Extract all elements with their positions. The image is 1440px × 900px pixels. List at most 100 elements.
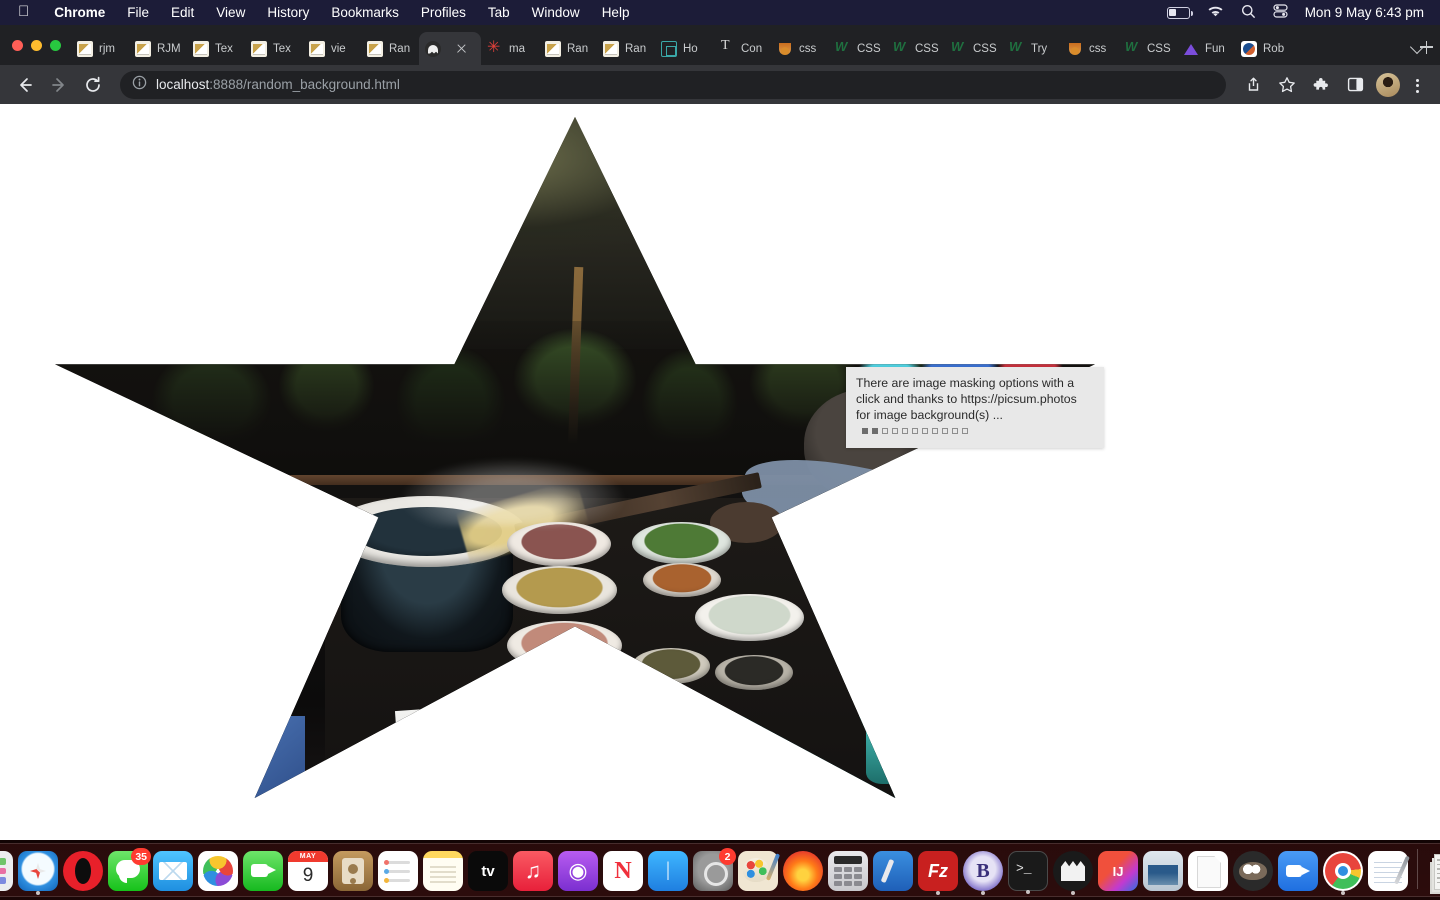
dock-item-mail[interactable] (153, 851, 193, 891)
dock-item-reminders[interactable] (378, 851, 418, 891)
dock-item-terminal[interactable] (1008, 851, 1048, 894)
dock-item-filezilla[interactable] (918, 851, 958, 895)
menu-item-bookmarks[interactable]: Bookmarks (320, 5, 410, 20)
forward-button[interactable] (44, 70, 74, 100)
dock-item-mamp[interactable] (1053, 851, 1093, 895)
dock-item-chrome[interactable] (1323, 851, 1363, 895)
dock-item-calendar[interactable]: MAY 9 (288, 851, 328, 891)
menu-item-file[interactable]: File (116, 5, 160, 20)
menu-item-history[interactable]: History (256, 5, 320, 20)
browser-tab[interactable]: Fun (1177, 32, 1235, 65)
toast-pip[interactable] (882, 428, 888, 434)
menu-item-chrome[interactable]: Chrome (43, 5, 116, 20)
toast-pip[interactable] (872, 428, 878, 434)
browser-tab[interactable]: Ran (597, 32, 655, 65)
close-window-button[interactable] (12, 39, 23, 51)
browser-tab[interactable]: CSS (1119, 32, 1177, 65)
browser-tab[interactable]: CSS (945, 32, 1003, 65)
browser-tab[interactable]: Tex (187, 32, 245, 65)
dock-item-facetime[interactable] (243, 851, 283, 891)
dock-item-opera[interactable] (63, 851, 103, 891)
dock-item-documents-stack[interactable] (1427, 851, 1440, 891)
dock-item-firefox[interactable] (783, 851, 823, 891)
browser-tab[interactable]: Ran (361, 32, 419, 65)
browser-tab[interactable]: Ran (539, 32, 597, 65)
zoom-window-button[interactable] (50, 39, 61, 51)
toast-pip[interactable] (902, 428, 908, 434)
dock-item-app-store[interactable] (648, 851, 688, 891)
menu-item-profiles[interactable]: Profiles (410, 5, 477, 20)
extensions-button[interactable] (1306, 70, 1336, 100)
toast-pip[interactable] (952, 428, 958, 434)
dock-item-podcasts[interactable]: ◉ (558, 851, 598, 891)
search-icon[interactable] (1241, 4, 1256, 22)
back-button[interactable] (10, 70, 40, 100)
browser-tab[interactable]: css (771, 32, 829, 65)
chevron-down-icon[interactable] (1408, 37, 1428, 57)
menu-bar-clock[interactable]: Mon 9 May 6:43 pm (1305, 5, 1424, 20)
minimize-window-button[interactable] (31, 39, 42, 51)
browser-tab[interactable]: ma (481, 32, 539, 65)
menu-item-help[interactable]: Help (591, 5, 641, 20)
profile-avatar[interactable] (1376, 72, 1400, 97)
dock-item-photos[interactable] (198, 851, 238, 891)
menu-item-window[interactable]: Window (521, 5, 591, 20)
dock-item-apple-tv[interactable]: tv (468, 851, 508, 891)
dock-item-news[interactable] (603, 851, 643, 891)
address-bar[interactable]: localhost:8888/random_background.html (120, 70, 1226, 99)
toast-pips[interactable] (862, 428, 968, 434)
dock-item-system-preferences[interactable]: 2 (693, 848, 736, 891)
dock-item-xcode[interactable] (873, 851, 913, 891)
dock-item-textedit[interactable] (1188, 851, 1228, 891)
dock-item-calculator[interactable] (828, 851, 868, 891)
apple-logo-icon[interactable]:  (18, 4, 29, 19)
toast-pip[interactable] (922, 428, 928, 434)
toast-pip[interactable] (912, 428, 918, 434)
browser-tab[interactable]: Con (713, 32, 771, 65)
browser-tab-active[interactable] (419, 32, 481, 65)
bookmark-button[interactable] (1272, 70, 1302, 100)
share-button[interactable] (1238, 70, 1268, 100)
browser-tab[interactable]: CSS (829, 32, 887, 65)
battery-icon[interactable] (1166, 6, 1193, 19)
browser-tab[interactable]: Rob (1235, 32, 1293, 65)
menu-item-edit[interactable]: Edit (160, 5, 205, 20)
toast-pip[interactable] (962, 428, 968, 434)
dock-item-notes[interactable] (423, 851, 463, 891)
browser-tab[interactable]: Try (1003, 32, 1061, 65)
wifi-icon[interactable] (1207, 5, 1224, 21)
browser-tab[interactable]: Ho (655, 32, 713, 65)
toast-pip[interactable] (932, 428, 938, 434)
dock-item-contacts[interactable] (333, 851, 373, 891)
browser-tab[interactable]: CSS (887, 32, 945, 65)
kebab-menu-icon[interactable] (1404, 70, 1430, 100)
side-panel-button[interactable] (1340, 70, 1370, 100)
url-text[interactable]: localhost:8888/random_background.html (156, 77, 400, 92)
toast-pip[interactable] (942, 428, 948, 434)
control-center-icon[interactable] (1273, 4, 1288, 21)
dock-item-safari[interactable] (18, 851, 58, 895)
browser-tab[interactable]: css (1061, 32, 1119, 65)
dock-item-bbedit[interactable] (963, 851, 1003, 895)
tab-close-icon[interactable] (453, 41, 469, 57)
dock-item-notepad[interactable] (1368, 851, 1409, 891)
info-toast[interactable]: There are image masking options with a c… (846, 367, 1104, 448)
info-circle-icon[interactable] (132, 75, 147, 95)
reload-button[interactable] (78, 70, 108, 100)
dock-item-music[interactable]: ♫ (513, 851, 553, 891)
browser-tab[interactable]: rjm (71, 32, 129, 65)
toast-pip[interactable] (892, 428, 898, 434)
browser-tab[interactable]: RJM (129, 32, 187, 65)
menu-item-tab[interactable]: Tab (477, 5, 521, 20)
dock-item-launchpad[interactable] (0, 851, 13, 891)
browser-tab[interactable]: Tex (245, 32, 303, 65)
dock-item-messages[interactable]: 35 (108, 848, 151, 891)
dock-item-gimp[interactable] (1233, 851, 1273, 891)
masked-image-star[interactable] (55, 117, 1095, 798)
dock-item-intellij-idea[interactable] (1098, 851, 1138, 891)
dock-item-preview[interactable] (1143, 851, 1183, 891)
browser-tab[interactable]: vie (303, 32, 361, 65)
toast-pip[interactable] (862, 428, 868, 434)
menu-item-view[interactable]: View (205, 5, 256, 20)
dock-item-zoom[interactable] (1278, 851, 1318, 891)
